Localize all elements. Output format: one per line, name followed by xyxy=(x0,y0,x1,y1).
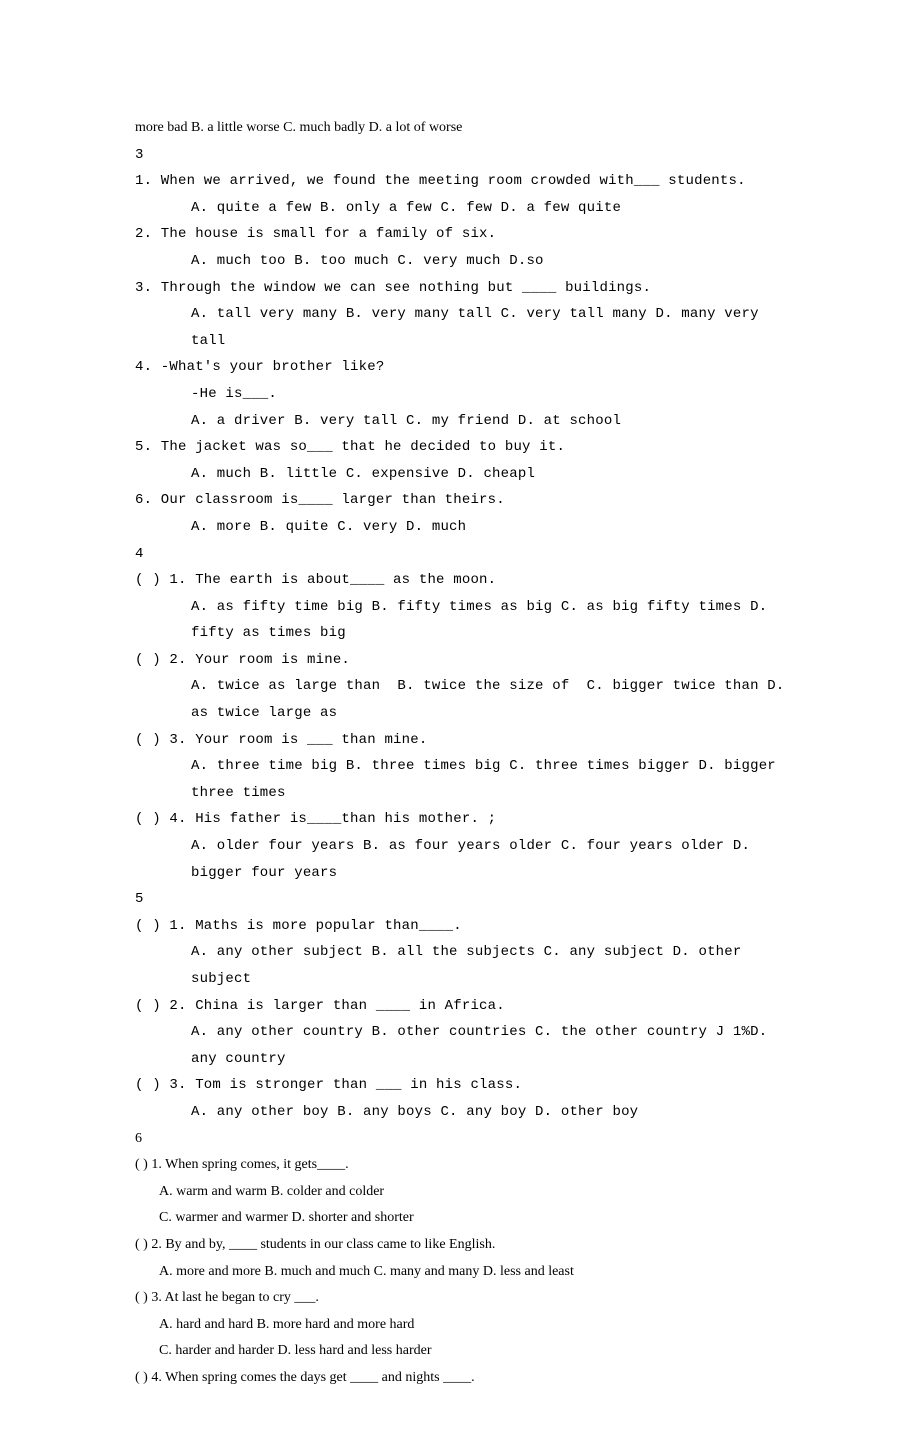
s6-q3-options-a: A. hard and hard B. more hard and more h… xyxy=(135,1312,785,1339)
s4-q2: ( ) 2. Your room is mine. xyxy=(135,647,785,674)
s6-q2-options: A. more and more B. much and much C. man… xyxy=(135,1259,785,1286)
s5-q1-options: A. any other subject B. all the subjects… xyxy=(135,939,785,992)
s5-q2-options: A. any other country B. other countries … xyxy=(135,1019,785,1072)
s3-q5: 5. The jacket was so___ that he decided … xyxy=(135,434,785,461)
s3-q5-options: A. much B. little C. expensive D. cheapl xyxy=(135,461,785,488)
s4-q4: ( ) 4. His father is____than his mother.… xyxy=(135,806,785,833)
s4-q3-options: A. three time big B. three times big C. … xyxy=(135,753,785,806)
section-5-heading: 5 xyxy=(135,886,785,913)
s4-q4-options: A. older four years B. as four years old… xyxy=(135,833,785,886)
section-6-heading: 6 xyxy=(135,1126,785,1153)
s3-q4-line2: -He is___. xyxy=(135,381,785,408)
section-3: 3 1. When we arrived, we found the meeti… xyxy=(135,142,785,541)
s5-q3: ( ) 3. Tom is stronger than ___ in his c… xyxy=(135,1072,785,1099)
section-5: 5 ( ) 1. Maths is more popular than____.… xyxy=(135,886,785,1125)
s3-q3-options: A. tall very many B. very many tall C. v… xyxy=(135,301,785,354)
s3-q6: 6. Our classroom is____ larger than thei… xyxy=(135,487,785,514)
s4-q1-options: A. as fifty time big B. fifty times as b… xyxy=(135,594,785,647)
s3-q1-options: A. quite a few B. only a few C. few D. a… xyxy=(135,195,785,222)
s5-q3-options: A. any other boy B. any boys C. any boy … xyxy=(135,1099,785,1126)
s3-q2-options: A. much too B. too much C. very much D.s… xyxy=(135,248,785,275)
s3-q4-options: A. a driver B. very tall C. my friend D.… xyxy=(135,408,785,435)
s4-q1: ( ) 1. The earth is about____ as the moo… xyxy=(135,567,785,594)
s5-q2: ( ) 2. China is larger than ____ in Afri… xyxy=(135,993,785,1020)
s4-q2-options: A. twice as large than B. twice the size… xyxy=(135,673,785,726)
section-4-heading: 4 xyxy=(135,541,785,568)
carryover-option-line: more bad B. a little worse C. much badly… xyxy=(135,115,785,142)
section-6: 6 ( ) 1. When spring comes, it gets____.… xyxy=(135,1126,785,1392)
s6-q1-options-a: A. warm and warm B. colder and colder xyxy=(135,1179,785,1206)
s3-q3: 3. Through the window we can see nothing… xyxy=(135,275,785,302)
s6-q2: ( ) 2. By and by, ____ students in our c… xyxy=(135,1232,785,1259)
s4-q3: ( ) 3. Your room is ___ than mine. xyxy=(135,727,785,754)
s6-q4: ( ) 4. When spring comes the days get __… xyxy=(135,1365,785,1392)
s6-q3-options-b: C. harder and harder D. less hard and le… xyxy=(135,1338,785,1365)
section-3-heading: 3 xyxy=(135,142,785,169)
s5-q1: ( ) 1. Maths is more popular than____. xyxy=(135,913,785,940)
s3-q1: 1. When we arrived, we found the meeting… xyxy=(135,168,785,195)
s6-q1-options-b: C. warmer and warmer D. shorter and shor… xyxy=(135,1205,785,1232)
section-4: 4 ( ) 1. The earth is about____ as the m… xyxy=(135,541,785,887)
s6-q1: ( ) 1. When spring comes, it gets____. xyxy=(135,1152,785,1179)
s3-q2: 2. The house is small for a family of si… xyxy=(135,221,785,248)
s3-q6-options: A. more B. quite C. very D. much xyxy=(135,514,785,541)
s3-q4-line1: 4. -What's your brother like? xyxy=(135,354,785,381)
s6-q3: ( ) 3. At last he began to cry ___. xyxy=(135,1285,785,1312)
